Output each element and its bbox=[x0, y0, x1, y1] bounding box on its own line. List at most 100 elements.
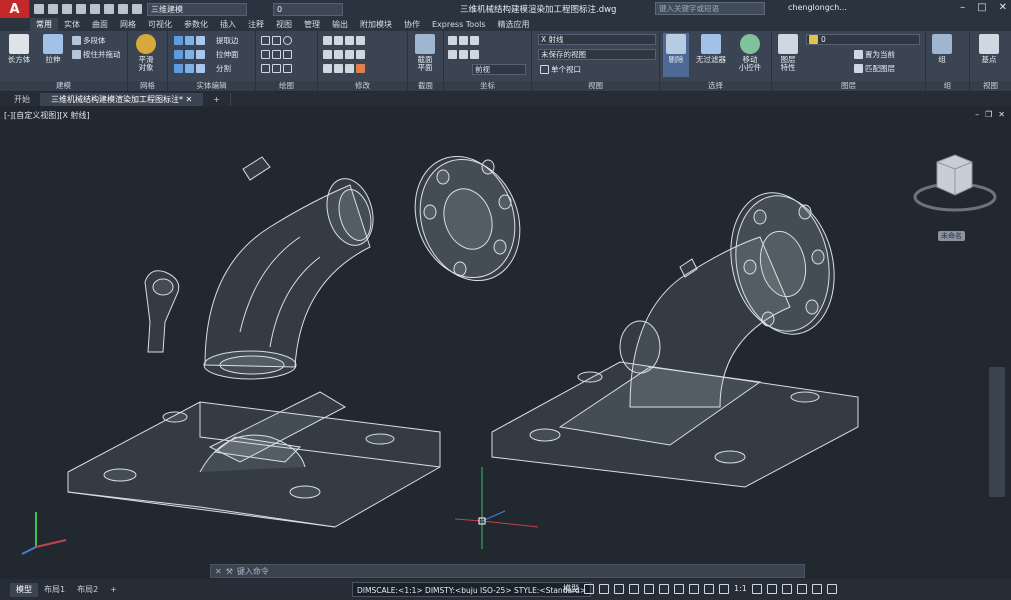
array-icon[interactable] bbox=[334, 50, 343, 59]
culling-button[interactable]: 剔除 bbox=[663, 33, 689, 77]
workspace-dropdown[interactable]: 三维建模 bbox=[147, 2, 247, 16]
command-close-icon[interactable]: ✕ bbox=[215, 567, 222, 576]
separate-button[interactable]: 分割 bbox=[216, 63, 231, 74]
polyline-icon[interactable] bbox=[272, 36, 281, 45]
plus-icon[interactable] bbox=[766, 583, 777, 594]
subtract-icon[interactable] bbox=[174, 50, 183, 59]
new-tab-button[interactable]: + bbox=[203, 93, 231, 106]
scale-icon[interactable] bbox=[334, 64, 343, 73]
erase-icon[interactable] bbox=[356, 64, 365, 73]
viewcube-wcs-label[interactable]: 未命名 bbox=[938, 231, 965, 241]
application-menu-button[interactable]: A bbox=[0, 0, 30, 18]
arc-icon[interactable] bbox=[261, 50, 270, 59]
no-filter-button[interactable]: 无过滤器 bbox=[694, 34, 728, 64]
layout-tab-model[interactable]: 模型 bbox=[10, 582, 38, 597]
redo-icon[interactable] bbox=[132, 4, 142, 14]
trim-icon[interactable] bbox=[356, 50, 365, 59]
annotation-scale-value[interactable]: 1:1 bbox=[734, 584, 747, 593]
section-plane-button[interactable]: 截面 平面 bbox=[412, 34, 438, 72]
customize-icon[interactable] bbox=[826, 583, 837, 594]
undo-icon[interactable] bbox=[118, 4, 128, 14]
selection-cycling-icon[interactable] bbox=[704, 583, 714, 594]
layer-properties-button[interactable]: 图层 特性 bbox=[775, 34, 801, 72]
ribbon-tab-4[interactable]: 可视化 bbox=[142, 18, 178, 31]
drawing-viewport[interactable]: [-][自定义视图][X 射线] – ❐ ✕ 未命名 bbox=[0, 107, 1011, 579]
ucs-y-icon[interactable] bbox=[459, 50, 468, 59]
ribbon-tab-13[interactable]: Express Tools bbox=[426, 18, 492, 31]
visual-style-dropdown[interactable]: X 射线 bbox=[538, 34, 656, 45]
command-settings-icon[interactable]: ⚒ bbox=[226, 567, 233, 576]
command-input[interactable]: 键入命令 bbox=[237, 566, 269, 577]
base-point-button[interactable]: 基点 bbox=[976, 34, 1002, 64]
extrude-button[interactable]: 拉伸 bbox=[40, 34, 66, 64]
saveas-icon[interactable] bbox=[76, 4, 86, 14]
ribbon-tab-6[interactable]: 插入 bbox=[214, 18, 242, 31]
union-icon[interactable] bbox=[174, 36, 183, 45]
boundary-icon[interactable] bbox=[272, 64, 281, 73]
view-preset-dropdown[interactable]: 前视 bbox=[472, 64, 526, 75]
print-icon[interactable] bbox=[104, 4, 114, 14]
user-name[interactable]: chenglongch... bbox=[788, 3, 847, 12]
line-icon[interactable] bbox=[261, 36, 270, 45]
cloud-icon[interactable] bbox=[90, 4, 100, 14]
mirror-icon[interactable] bbox=[356, 36, 365, 45]
offset-icon[interactable] bbox=[345, 50, 354, 59]
move-gizmo-button[interactable]: 移动 小控件 bbox=[734, 34, 766, 72]
command-line[interactable]: ✕ ⚒ 键入命令 bbox=[210, 564, 805, 578]
ucs-origin-icon[interactable] bbox=[470, 36, 479, 45]
transparency-icon[interactable] bbox=[689, 583, 699, 594]
close-icon[interactable]: ✕ bbox=[999, 2, 1007, 13]
ribbon-tab-3[interactable]: 网格 bbox=[114, 18, 142, 31]
rotate3d-icon[interactable] bbox=[334, 36, 343, 45]
ortho-icon[interactable] bbox=[614, 583, 624, 594]
open-icon[interactable] bbox=[48, 4, 58, 14]
fillet-icon[interactable] bbox=[345, 64, 354, 73]
slice-icon[interactable] bbox=[196, 36, 205, 45]
maximize-icon[interactable]: □ bbox=[977, 2, 986, 13]
rectangle-icon[interactable] bbox=[272, 50, 281, 59]
ucs-icon[interactable] bbox=[448, 36, 457, 45]
thicken-icon[interactable] bbox=[185, 50, 194, 59]
ribbon-tab-1[interactable]: 实体 bbox=[58, 18, 86, 31]
fillet-edge-icon[interactable] bbox=[196, 64, 205, 73]
search-input[interactable]: 键入关键字或短语 bbox=[655, 2, 765, 15]
ribbon-tab-7[interactable]: 注释 bbox=[242, 18, 270, 31]
shell-icon[interactable] bbox=[185, 64, 194, 73]
file-tab-start[interactable]: 开始 bbox=[4, 93, 41, 106]
layout-tab-2[interactable]: 布局2 bbox=[71, 583, 104, 597]
ribbon-tab-9[interactable]: 管理 bbox=[298, 18, 326, 31]
ribbon-tab-0[interactable]: 常用 bbox=[30, 18, 58, 31]
polygon-icon[interactable] bbox=[261, 64, 270, 73]
extrude-faces-button[interactable]: 拉伸面 bbox=[216, 49, 239, 60]
viewport-config-button[interactable]: 单个视口 bbox=[540, 64, 581, 75]
ribbon-tab-10[interactable]: 输出 bbox=[326, 18, 354, 31]
match-layer-button[interactable]: 匹配图层 bbox=[854, 63, 895, 74]
lineweight-icon[interactable] bbox=[674, 583, 684, 594]
align-icon[interactable] bbox=[345, 36, 354, 45]
model-space-toggle[interactable]: 模型 bbox=[563, 583, 579, 594]
clean-screen-icon[interactable] bbox=[811, 583, 822, 594]
close-tab-icon[interactable]: ✕ bbox=[186, 95, 193, 104]
otrack-icon[interactable] bbox=[659, 583, 669, 594]
file-tab-drawing[interactable]: 三维机械结构建模渲染加工程图标注* ✕ bbox=[41, 93, 204, 106]
set-current-button[interactable]: 置为当前 bbox=[854, 49, 895, 60]
extract-edges-button[interactable]: 提取边 bbox=[216, 35, 239, 46]
annotation-scale-icon[interactable] bbox=[719, 583, 729, 594]
snap-icon[interactable] bbox=[599, 583, 609, 594]
minimize-icon[interactable]: – bbox=[960, 2, 965, 13]
grid-icon[interactable] bbox=[584, 583, 594, 594]
imprint-icon[interactable] bbox=[196, 50, 205, 59]
navigation-bar[interactable] bbox=[989, 367, 1005, 497]
new-icon[interactable] bbox=[34, 4, 44, 14]
intersect-icon[interactable] bbox=[174, 64, 183, 73]
presspull-button[interactable]: 按住并拖动 bbox=[72, 49, 121, 60]
layout-tab-1[interactable]: 布局1 bbox=[38, 583, 71, 597]
interfere-icon[interactable] bbox=[185, 36, 194, 45]
ucs-x-icon[interactable] bbox=[448, 50, 457, 59]
named-view-dropdown[interactable]: 未保存的视图 bbox=[538, 49, 656, 60]
polar-icon[interactable] bbox=[629, 583, 639, 594]
move-icon[interactable] bbox=[323, 36, 332, 45]
circle-icon[interactable] bbox=[283, 36, 292, 45]
polysolid-button[interactable]: 多段体 bbox=[72, 35, 106, 46]
layer-dropdown[interactable]: 0 bbox=[273, 2, 343, 16]
